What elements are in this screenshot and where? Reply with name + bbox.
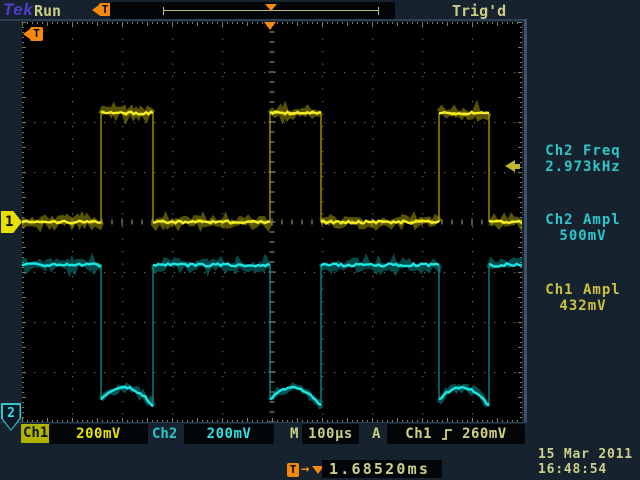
date-text: 15 Mar 2011 [538, 447, 633, 462]
timebase-readout: 100µs [302, 424, 359, 444]
ch2-scale-readout: 200mV [184, 424, 274, 444]
measurement-label: Ch2 Ampl [527, 212, 639, 228]
measurement-value: 432mV [527, 298, 639, 314]
record-end-bracket [378, 7, 379, 15]
acquisition-record-bar [110, 2, 395, 20]
trigger-level-arrow-icon [505, 160, 520, 172]
trigger-type-label: A [372, 424, 380, 444]
measurement-ch2-ampl: Ch2 Ampl 500mV [527, 212, 639, 244]
ch2-ground-marker: 2 [1, 403, 21, 431]
measurement-ch1-ampl: Ch1 Ampl 432mV [527, 282, 639, 314]
trigger-vertical-flag: T [23, 27, 43, 41]
waveform-display [22, 22, 522, 422]
waveform-plot [22, 22, 522, 422]
left-arrow-icon [92, 5, 99, 15]
trigger-t-icon: T [287, 463, 299, 477]
delay-trigger-flag: T [287, 463, 299, 477]
measurement-value: 2.973kHz [527, 159, 639, 175]
trigger-delay-readout: 1.68520ms [322, 460, 442, 478]
measurement-ch2-freq: Ch2 Freq 2.973kHz [527, 143, 639, 175]
ch1-ground-marker: 1 [1, 211, 22, 233]
tek-logo: Tek [3, 0, 33, 20]
acquisition-status: Run [34, 2, 61, 20]
trigger-source: Ch1 [405, 424, 432, 444]
right-arrow-icon: → [301, 460, 309, 478]
trigger-status: Trig'd [452, 2, 506, 20]
trigger-readout: Ch1 260mV [387, 424, 525, 444]
ch2-ground-marker-label: 2 [3, 405, 20, 430]
trigger-t-icon: T [30, 27, 43, 41]
oscilloscope-screen: Tek Run T Trig'd T 1 2 Ch2 Freq [0, 0, 640, 480]
header-trigger-flag: T [92, 3, 111, 16]
trigger-level: 260mV [462, 424, 507, 444]
measurement-value: 500mV [527, 228, 639, 244]
time-text: 16:48:54 [538, 462, 633, 477]
timebase-label: M [290, 424, 298, 444]
measurement-label: Ch2 Freq [527, 143, 639, 159]
ch2-channel-label: Ch2 [152, 424, 177, 444]
trigger-position-icon [265, 4, 277, 11]
crt-border-bottom [0, 422, 527, 423]
datetime-display: 15 Mar 2011 16:48:54 [538, 447, 633, 477]
trigger-position-marker-icon [264, 22, 276, 30]
measurement-label: Ch1 Ampl [527, 282, 639, 298]
rising-edge-icon [441, 428, 453, 441]
crt-border-top [0, 19, 527, 21]
left-arrow-icon [23, 29, 30, 39]
ch1-scale-readout: 200mV [49, 424, 148, 444]
record-start-bracket [163, 7, 164, 15]
ch1-channel-badge: Ch1 [21, 424, 50, 443]
